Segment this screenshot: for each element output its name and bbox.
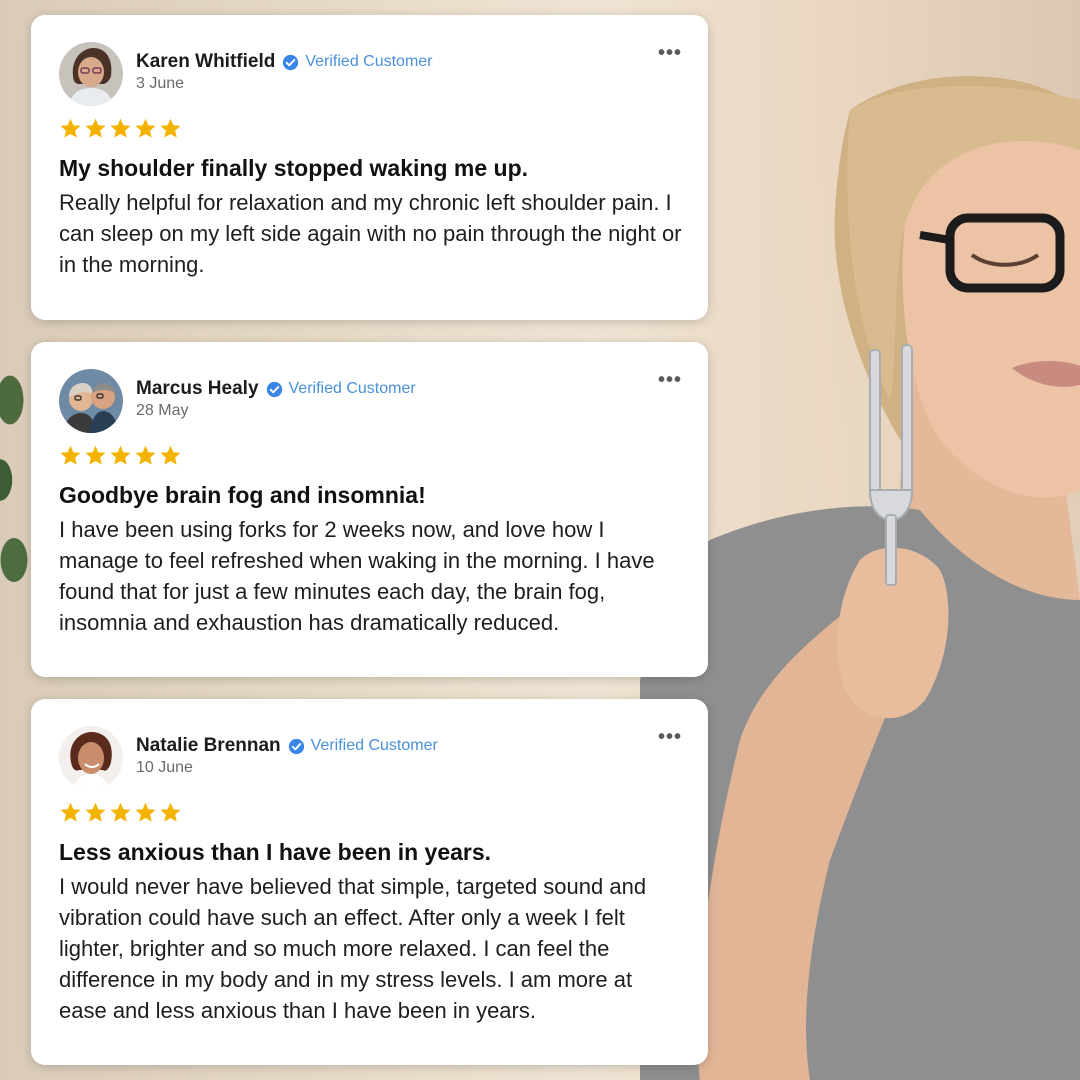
review-header: Natalie Brennan Verified Customer 10 Jun… [59, 699, 682, 791]
review-body: I have been using forks for 2 weeks now,… [59, 517, 655, 635]
review-card: Natalie Brennan Verified Customer 10 Jun… [31, 699, 708, 1065]
verified-check-icon [283, 54, 299, 70]
star-rating [59, 444, 682, 470]
star-icon [160, 445, 181, 465]
avatar [59, 369, 123, 433]
more-options-icon[interactable]: ••• [658, 370, 682, 390]
avatar [59, 42, 123, 106]
review-date: 28 May [136, 402, 189, 419]
verified-label: Verified Customer [288, 380, 416, 397]
review-title: Goodbye brain fog and insomnia! [59, 482, 426, 508]
more-options-icon[interactable]: ••• [658, 43, 682, 63]
review-title: My shoulder finally stopped waking me up… [59, 155, 529, 181]
verified-check-icon [266, 381, 282, 397]
verified-label: Verified Customer [305, 53, 433, 70]
star-icon [110, 445, 131, 465]
verified-label: Verified Customer [310, 737, 438, 754]
star-icon [135, 118, 156, 138]
star-icon [110, 802, 131, 822]
review-card: Marcus Healy Verified Customer 28 May ••… [31, 342, 708, 677]
star-icon [135, 445, 156, 465]
star-icon [160, 118, 181, 138]
star-icon [85, 445, 106, 465]
star-rating [59, 117, 682, 143]
review-header: Karen Whitfield Verified Customer 3 June… [59, 15, 682, 107]
star-icon [60, 118, 81, 138]
star-rating [59, 801, 682, 827]
review-card: Karen Whitfield Verified Customer 3 June… [31, 15, 708, 320]
star-icon [60, 445, 81, 465]
reviewer-name: Natalie Brennan [136, 735, 281, 756]
star-icon [110, 118, 131, 138]
verified-check-icon [288, 738, 304, 754]
reviewer-name: Marcus Healy [136, 378, 259, 399]
star-icon [60, 802, 81, 822]
review-body: I would never have believed that simple,… [59, 874, 647, 1023]
more-options-icon[interactable]: ••• [658, 727, 682, 747]
reviewer-name: Karen Whitfield [136, 51, 276, 72]
review-body: Really helpful for relaxation and my chr… [59, 190, 682, 277]
review-header: Marcus Healy Verified Customer 28 May ••… [59, 342, 682, 434]
star-icon [135, 802, 156, 822]
avatar [59, 726, 123, 790]
star-icon [85, 802, 106, 822]
review-title: Less anxious than I have been in years. [59, 839, 492, 865]
review-date: 3 June [136, 75, 185, 92]
review-date: 10 June [136, 759, 193, 776]
star-icon [160, 802, 181, 822]
star-icon [85, 118, 106, 138]
